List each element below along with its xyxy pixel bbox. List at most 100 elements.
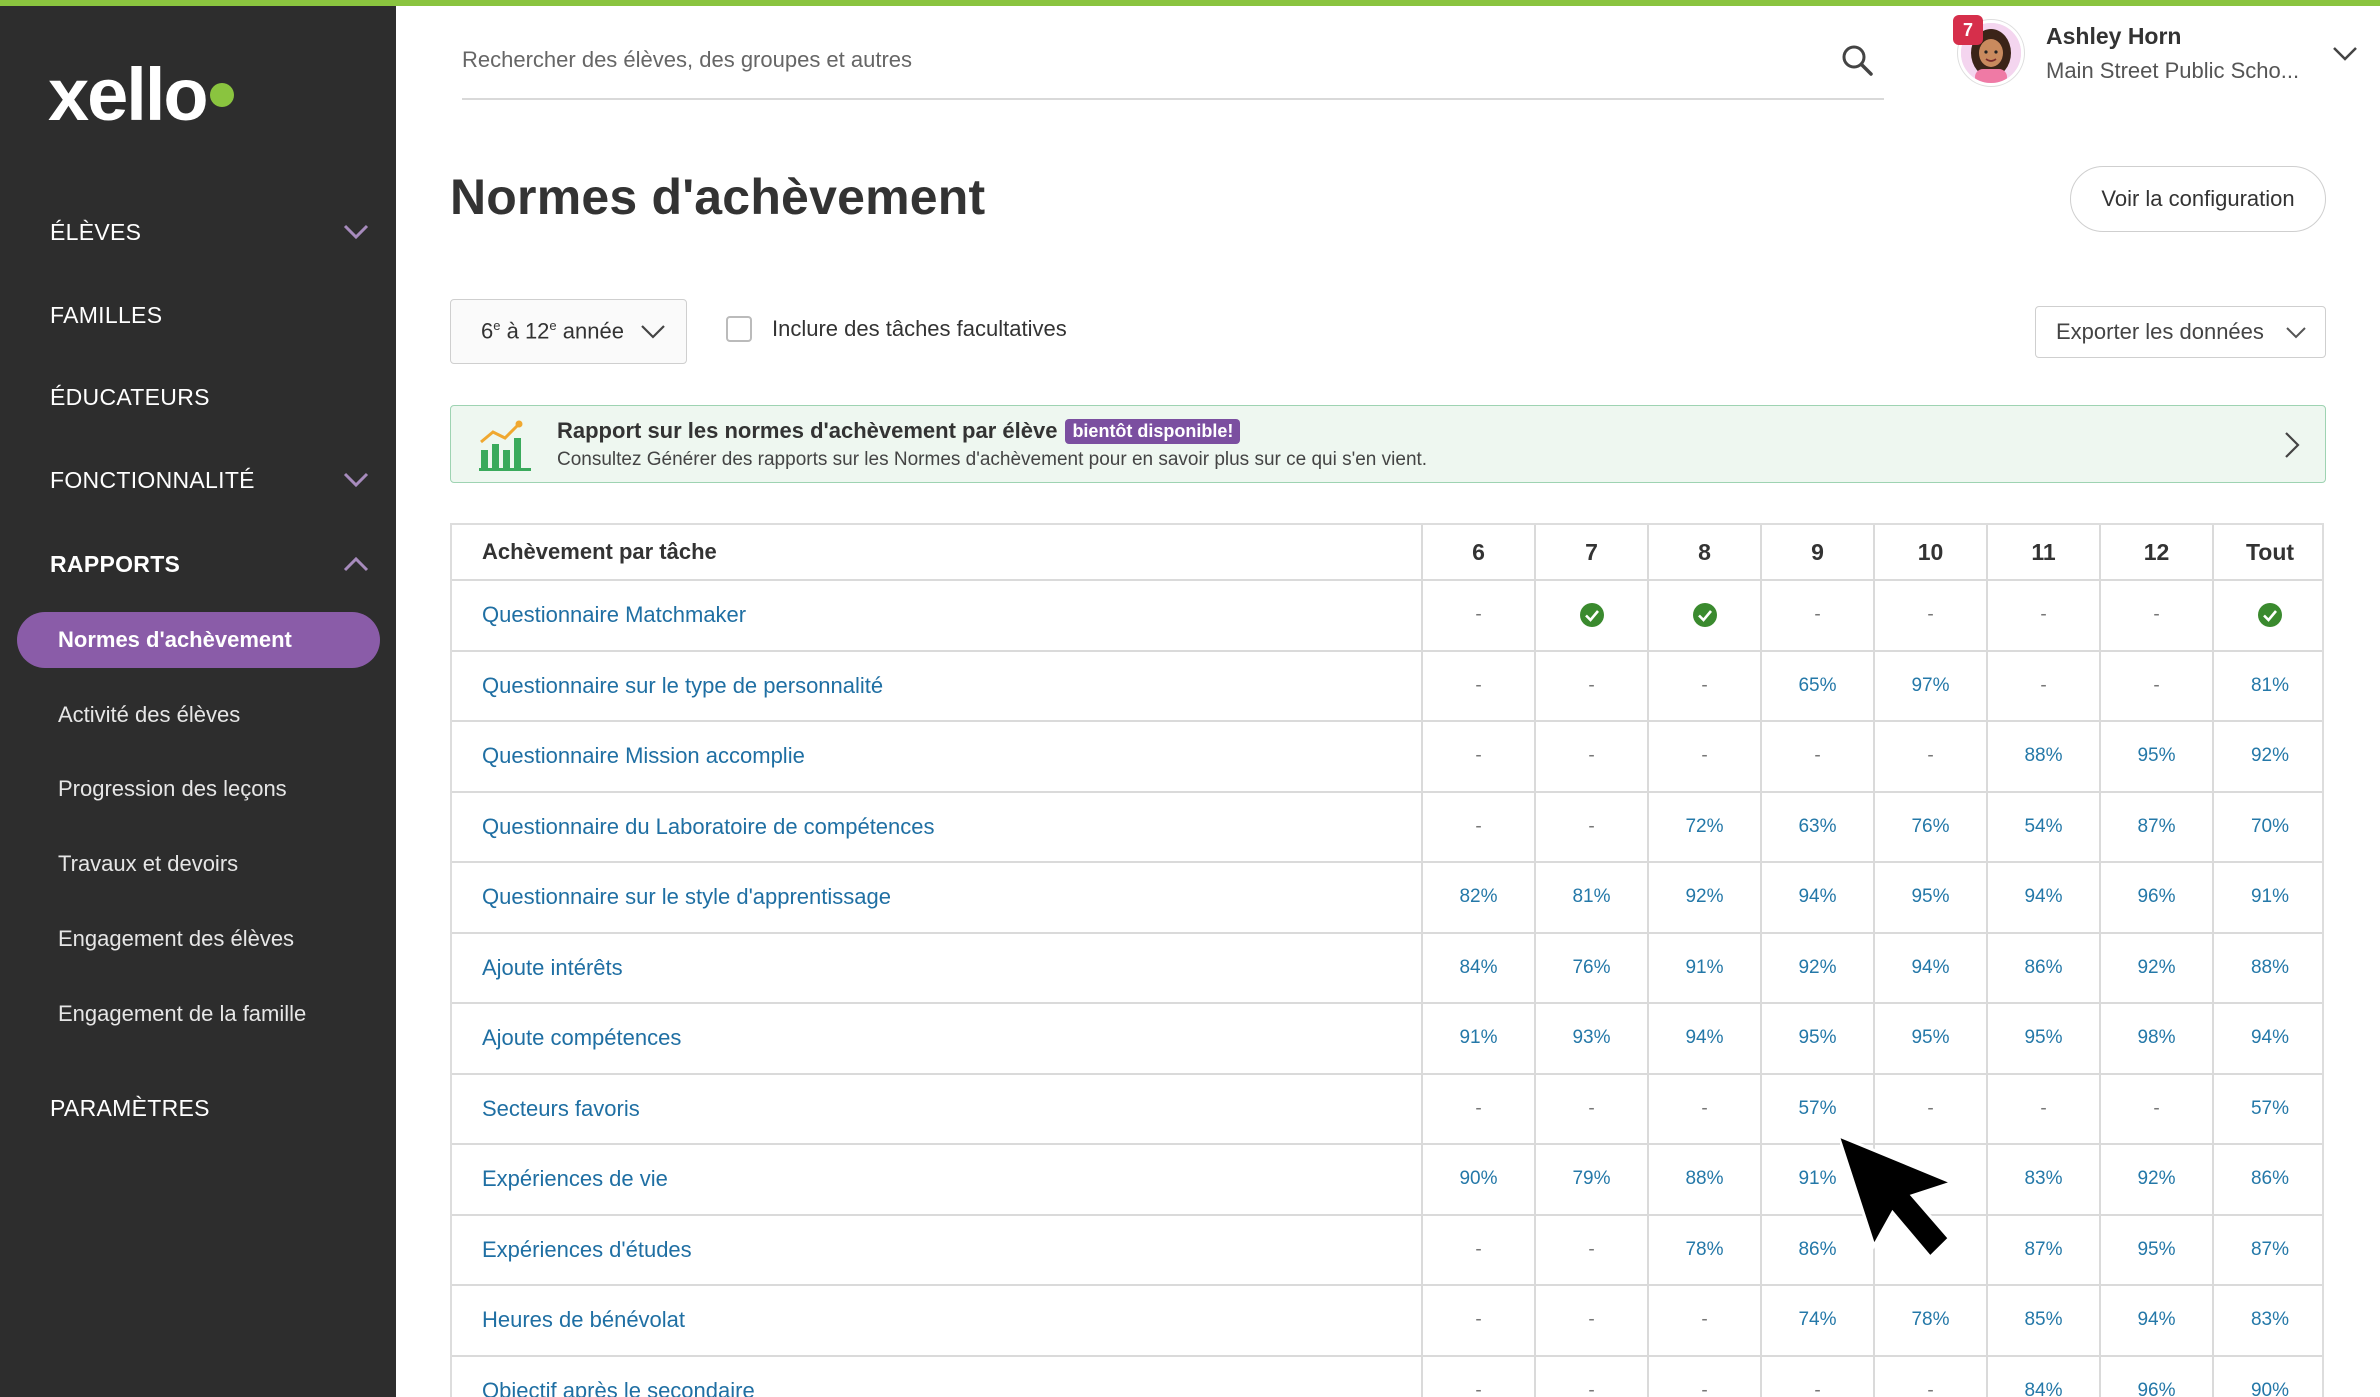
completion-cell: 95% bbox=[1987, 1003, 2101, 1075]
completion-cell: - bbox=[1422, 1214, 1536, 1286]
chevron-down-icon[interactable] bbox=[342, 466, 370, 494]
view-configuration-button[interactable]: Voir la configuration bbox=[2070, 166, 2326, 232]
completion-cell: - bbox=[1422, 650, 1536, 722]
table-row: Ajoute intérêts 84% 76% 91% 92% 94% 86% 92% 88% bbox=[452, 932, 2322, 1004]
completion-cell: - bbox=[1987, 650, 2101, 722]
task-link[interactable]: Questionnaire Matchmaker bbox=[452, 580, 1423, 652]
sidebar-item-4[interactable]: RAPPORTS bbox=[50, 544, 370, 584]
completion-cell: 91% bbox=[1422, 1003, 1536, 1075]
completion-cell: - bbox=[1761, 1355, 1875, 1397]
sidebar-subitem-5[interactable]: Engagement de la famille bbox=[58, 996, 378, 1032]
xello-logo[interactable]: xello bbox=[48, 53, 258, 136]
notification-badge[interactable]: 7 bbox=[1953, 15, 1983, 45]
completion-cell: 94% bbox=[1987, 862, 2101, 934]
task-link[interactable]: Secteurs favoris bbox=[452, 1073, 1423, 1145]
completion-cell: 84% bbox=[1422, 932, 1536, 1004]
grade-column-header: 7 bbox=[1535, 525, 1649, 581]
search-input[interactable] bbox=[462, 30, 1840, 90]
task-link[interactable]: Questionnaire sur le type de personnalit… bbox=[452, 650, 1423, 722]
completion-cell: 92% bbox=[2100, 932, 2214, 1004]
completion-cell: 57% bbox=[2213, 1073, 2322, 1145]
task-link[interactable]: Questionnaire sur le style d'apprentissa… bbox=[452, 862, 1423, 934]
task-link[interactable]: Questionnaire Mission accomplie bbox=[452, 721, 1423, 793]
completion-cell: 76% bbox=[1535, 932, 1649, 1004]
completion-cell: - bbox=[1535, 791, 1649, 863]
sidebar-item-1[interactable]: FAMILLES bbox=[50, 295, 370, 335]
avatar[interactable]: 7 bbox=[1953, 15, 2024, 89]
task-link[interactable]: Ajoute compétences bbox=[452, 1003, 1423, 1075]
completion-cell: 86% bbox=[1987, 932, 2101, 1004]
table-row: Objectif après le secondaire - - - - -84% 96% 9… bbox=[452, 1355, 2322, 1397]
sidebar-item-label: RAPPORTS bbox=[50, 550, 181, 577]
completion-table: Achèvement par tâche 6 7 8 9 10 11 12 Tout Ques… bbox=[452, 525, 2322, 1397]
sidebar-item-label: ÉLÈVES bbox=[50, 218, 142, 245]
completion-cell: 78% bbox=[1874, 1285, 1988, 1357]
search-icon[interactable] bbox=[1840, 43, 1874, 77]
completion-cell: 74% bbox=[1761, 1285, 1875, 1357]
grade-range-select[interactable]: 6e à 12e année bbox=[450, 299, 687, 364]
chevron-down-icon[interactable] bbox=[342, 218, 370, 246]
completion-cell: 87% bbox=[2213, 1214, 2322, 1286]
completion-cell: 87% bbox=[2100, 791, 2214, 863]
banner-title: Rapport sur les normes d'achèvement par … bbox=[557, 418, 1058, 443]
completion-cell: - bbox=[1874, 1073, 1988, 1145]
report-coming-soon-banner[interactable]: Rapport sur les normes d'achèvement par … bbox=[450, 405, 2326, 483]
task-link[interactable]: Heures de bénévolat bbox=[452, 1285, 1423, 1357]
completion-cell: 79% bbox=[1535, 1144, 1649, 1216]
sidebar: xello ÉLÈVES FAMILLES ÉDUCATEURS FONCTIONNA… bbox=[0, 0, 396, 1397]
bar-chart-icon bbox=[479, 420, 531, 471]
export-data-label: Exporter les données bbox=[2056, 319, 2264, 344]
completion-cell: 92% bbox=[1761, 932, 1875, 1004]
task-link[interactable]: Expériences d'études bbox=[452, 1214, 1423, 1286]
check-circle-icon bbox=[1579, 602, 1605, 628]
grade-column-header: 8 bbox=[1648, 525, 1762, 581]
sidebar-subitem-0[interactable]: Normes d'achèvement bbox=[17, 612, 380, 668]
user-menu[interactable]: 7 Ashley Horn Main Street Public Scho... bbox=[1953, 15, 2358, 90]
completion-cell: 90% bbox=[2213, 1355, 2322, 1397]
completion-cell: 88% bbox=[1648, 1144, 1762, 1216]
chevron-up-icon[interactable] bbox=[342, 550, 370, 578]
completion-cell: 54% bbox=[1987, 791, 2101, 863]
completion-cell: - bbox=[1535, 1285, 1649, 1357]
sidebar-subitem-4[interactable]: Engagement des élèves bbox=[58, 921, 378, 957]
task-link[interactable]: Questionnaire du Laboratoire de compéten… bbox=[452, 791, 1423, 863]
chevron-right-icon[interactable] bbox=[2283, 430, 2301, 460]
completion-cell bbox=[1874, 1144, 1988, 1216]
sidebar-subitem-1[interactable]: Activité des élèves bbox=[58, 697, 378, 733]
sidebar-item-label: FONCTIONNALITÉ bbox=[50, 466, 255, 493]
export-data-button[interactable]: Exporter les données bbox=[2035, 306, 2326, 358]
completion-cell: 70% bbox=[2213, 791, 2322, 863]
completion-cell: 92% bbox=[1648, 862, 1762, 934]
sidebar-item-3[interactable]: FONCTIONNALITÉ bbox=[50, 460, 370, 500]
sidebar-subitem-3[interactable]: Travaux et devoirs bbox=[58, 846, 378, 882]
check-circle-icon bbox=[1692, 602, 1718, 628]
completion-cell: 94% bbox=[1761, 862, 1875, 934]
sidebar-item-2[interactable]: ÉDUCATEURS bbox=[50, 377, 370, 417]
completion-cell: - bbox=[2100, 650, 2214, 722]
completion-cell: 95% bbox=[2100, 721, 2214, 793]
completion-cell: 93% bbox=[1535, 1003, 1649, 1075]
sidebar-item-0[interactable]: ÉLÈVES bbox=[50, 212, 370, 252]
completion-cell: - bbox=[1422, 721, 1536, 793]
grade-column-header: 12 bbox=[2100, 525, 2214, 581]
completion-cell: - bbox=[1648, 1355, 1762, 1397]
task-link[interactable]: Ajoute intérêts bbox=[452, 932, 1423, 1004]
task-link[interactable]: Expériences de vie bbox=[452, 1144, 1423, 1216]
completion-cell: 83% bbox=[2213, 1285, 2322, 1357]
chevron-down-icon bbox=[2286, 327, 2306, 339]
optional-tasks-checkbox[interactable] bbox=[726, 316, 752, 342]
sidebar-item-5[interactable]: PARAMÈTRES bbox=[50, 1088, 370, 1128]
table-row: Ajoute compétences 91% 93% 94% 95% 95% 95% 98% 9… bbox=[452, 1003, 2322, 1075]
sidebar-subitem-2[interactable]: Progression des leçons bbox=[58, 771, 378, 807]
completion-cell: 94% bbox=[2100, 1285, 2214, 1357]
completion-cell: 94% bbox=[1648, 1003, 1762, 1075]
coming-soon-badge: bientôt disponible! bbox=[1065, 418, 1241, 444]
chevron-down-icon[interactable] bbox=[2332, 46, 2358, 62]
completion-cell: - bbox=[1987, 1073, 2101, 1145]
optional-tasks-toggle[interactable]: Inclure des tâches facultatives bbox=[726, 316, 1067, 342]
completion-cell: - bbox=[2100, 580, 2214, 652]
task-link[interactable]: Objectif après le secondaire bbox=[452, 1355, 1423, 1397]
completion-cell: 81% bbox=[2213, 650, 2322, 722]
completion-cell: - bbox=[1535, 650, 1649, 722]
grade-column-header: Tout bbox=[2213, 525, 2322, 581]
